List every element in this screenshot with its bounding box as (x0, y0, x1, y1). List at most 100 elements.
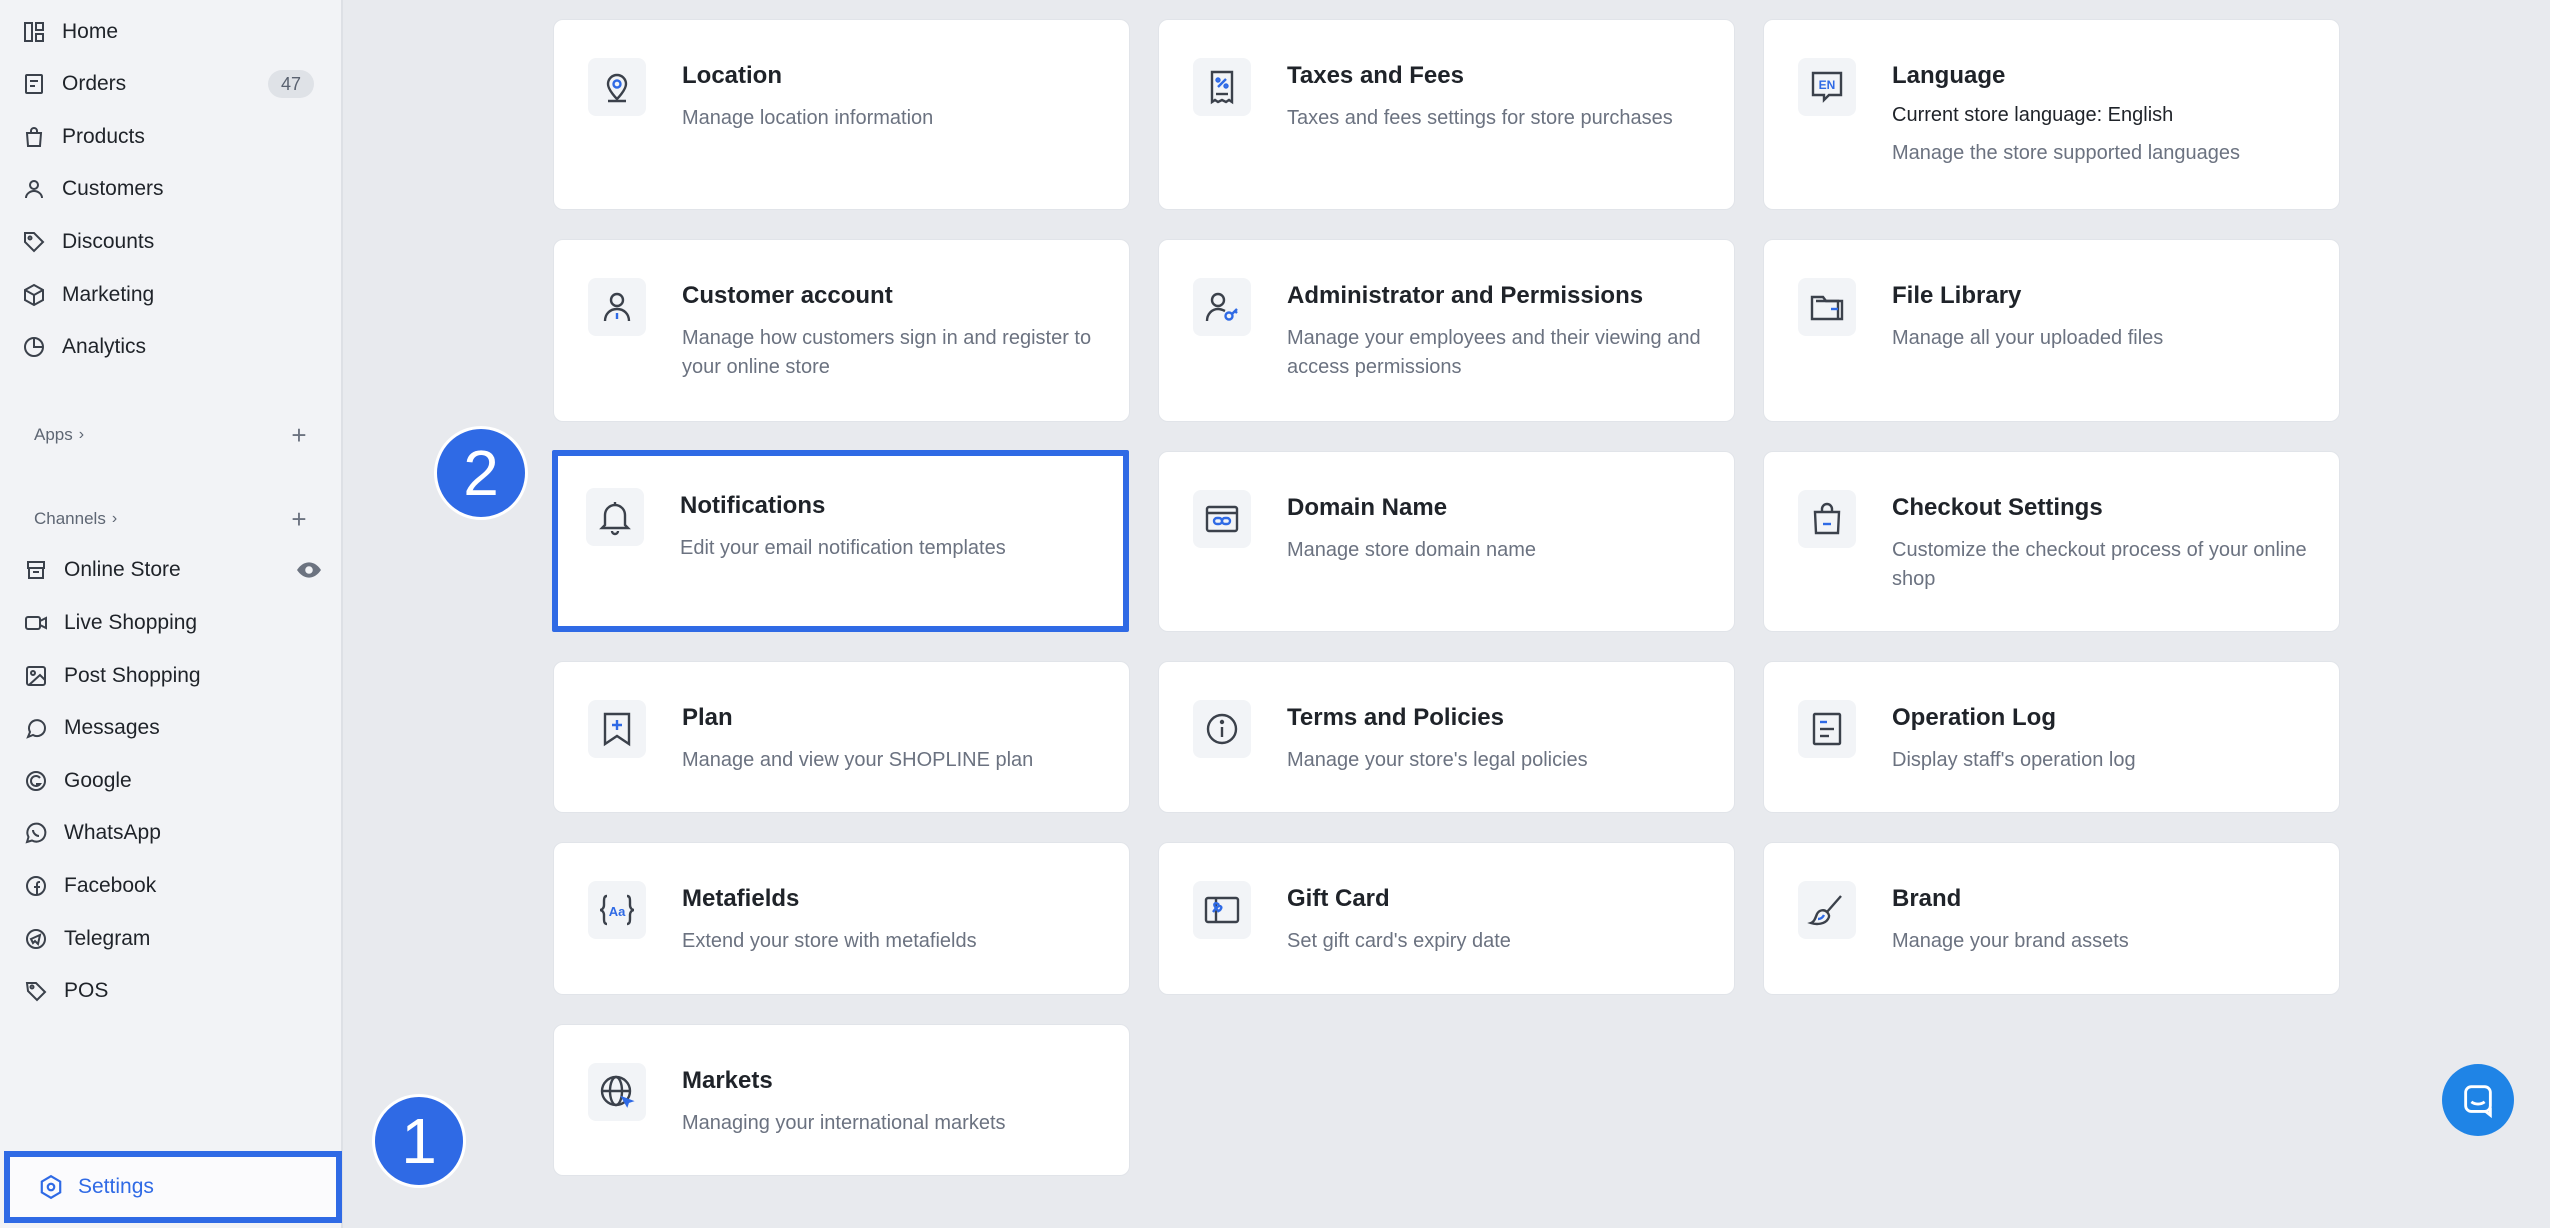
marketing-icon (20, 281, 48, 309)
post-shopping-icon (22, 662, 50, 690)
card-title: Taxes and Fees (1287, 62, 1464, 89)
channels-label: Channels (34, 509, 106, 528)
card-description: Manage your store's legal policies (1287, 749, 1588, 771)
analytics-icon (20, 333, 48, 361)
card-markets[interactable]: Markets Managing your international mark… (553, 1024, 1130, 1176)
sidebar-item-label: Products (62, 125, 145, 148)
card-title: Gift Card (1287, 885, 1390, 912)
eye-icon[interactable] (296, 557, 322, 583)
card-title: Customer account (682, 282, 893, 309)
bell-icon (586, 488, 644, 546)
sidebar-item-label: Customers (62, 177, 164, 200)
card-title: Notifications (680, 492, 826, 519)
orders-icon (20, 70, 48, 98)
domain-link-icon (1193, 490, 1251, 548)
customer-account-icon (588, 278, 646, 336)
card-title: Domain Name (1287, 494, 1448, 521)
sidebar-item-label: Google (64, 769, 132, 792)
card-description: Taxes and fees settings for store purcha… (1287, 107, 1673, 129)
sidebar-item-discounts[interactable]: Discounts (20, 219, 320, 265)
card-title: Operation Log (1892, 704, 2056, 731)
chevron-right-icon: › (111, 510, 118, 527)
orders-count-badge: 47 (268, 70, 314, 98)
chat-support-button[interactable] (2442, 1064, 2514, 1136)
sidebar-item-products[interactable]: Products (20, 114, 320, 160)
sidebar-item-live-shopping[interactable]: Live Shopping (22, 600, 322, 646)
receipt-icon (1193, 58, 1251, 116)
add-channel-button[interactable]: + (284, 504, 314, 534)
sidebar-item-customers[interactable]: Customers (20, 166, 320, 212)
add-app-button[interactable]: + (284, 420, 314, 450)
sidebar-item-label: Home (62, 20, 119, 43)
card-terms-and-policies[interactable]: Terms and Policies Manage your store's l… (1158, 661, 1735, 813)
card-taxes-and-fees[interactable]: Taxes and Fees Taxes and fees settings f… (1158, 19, 1735, 210)
messages-icon (22, 714, 50, 742)
whatsapp-icon (22, 819, 50, 847)
sidebar-item-facebook[interactable]: Facebook (22, 863, 322, 909)
sidebar-item-home[interactable]: Home (20, 9, 320, 55)
card-description: Managing your international markets (682, 1112, 1006, 1134)
sidebar-item-messages[interactable]: Messages (22, 705, 322, 751)
channels-section-header[interactable]: Channels › (34, 504, 117, 534)
card-administrator-and-permissions[interactable]: Administrator and Permissions Manage you… (1158, 239, 1735, 422)
metafields-icon: Aa (588, 881, 646, 939)
info-icon (1193, 700, 1251, 758)
log-document-icon (1798, 700, 1856, 758)
step-1-marker: 1 (372, 1094, 466, 1188)
sidebar-item-telegram[interactable]: Telegram (22, 916, 322, 962)
sidebar-item-pos[interactable]: POS (22, 968, 322, 1014)
sidebar-item-label: Discounts (62, 230, 155, 253)
sidebar-item-google[interactable]: Google (22, 758, 322, 804)
sidebar-item-marketing[interactable]: Marketing (20, 272, 320, 318)
card-title: Brand (1892, 885, 1962, 912)
card-description: Display staff's operation log (1892, 749, 2136, 771)
home-icon (20, 18, 48, 46)
card-operation-log[interactable]: Operation Log Display staff's operation … (1763, 661, 2340, 813)
card-language[interactable]: EN Language Current store language: Engl… (1763, 19, 2340, 210)
sidebar-item-orders[interactable]: Orders 47 (20, 61, 320, 107)
card-description: Manage how customers sign in and registe… (682, 327, 1092, 378)
step-2-marker: 2 (434, 426, 528, 520)
sidebar-item-settings[interactable]: Settings (4, 1151, 342, 1223)
card-notifications[interactable]: Notifications Edit your email notificati… (552, 450, 1129, 632)
apps-section-header[interactable]: Apps › (34, 420, 84, 450)
card-brand[interactable]: Brand Manage your brand assets (1763, 842, 2340, 995)
sidebar-item-label: Orders (62, 72, 127, 95)
card-title: Terms and Policies (1287, 704, 1504, 731)
sidebar-item-whatsapp[interactable]: WhatsApp (22, 810, 322, 856)
card-description: Manage your employees and their viewing … (1287, 327, 1701, 378)
settings-icon (38, 1174, 64, 1200)
sidebar-item-label: Online Store (64, 558, 181, 581)
card-checkout-settings[interactable]: Checkout Settings Customize the checkout… (1763, 451, 2340, 632)
card-domain-name[interactable]: Domain Name Manage store domain name (1158, 451, 1735, 632)
card-customer-account[interactable]: Customer account Manage how customers si… (553, 239, 1130, 422)
products-icon (20, 123, 48, 151)
card-title: File Library (1892, 282, 2022, 309)
brush-icon (1798, 881, 1856, 939)
card-description: Set gift card's expiry date (1287, 930, 1511, 952)
card-location[interactable]: Location Manage location information (553, 19, 1130, 210)
sidebar-item-label: Post Shopping (64, 664, 201, 687)
card-metafields[interactable]: Aa Metafields Extend your store with met… (553, 842, 1130, 995)
sidebar-item-post-shopping[interactable]: Post Shopping (22, 653, 322, 699)
pos-icon (22, 977, 50, 1005)
sidebar: Home Orders 47 Products Customers Discou… (0, 0, 343, 1228)
card-plan[interactable]: Plan Manage and view your SHOPLINE plan (553, 661, 1130, 813)
card-title: Plan (682, 704, 733, 731)
telegram-icon (22, 925, 50, 953)
card-title: Metafields (682, 885, 800, 912)
current-language-text: Current store language: English (1892, 104, 2174, 126)
sidebar-item-analytics[interactable]: Analytics (20, 324, 320, 370)
plan-bookmark-icon (588, 700, 646, 758)
card-description: Manage all your uploaded files (1892, 327, 2164, 349)
chat-icon (2464, 1085, 2492, 1119)
apps-label: Apps (34, 425, 73, 444)
folder-icon (1798, 278, 1856, 336)
sidebar-item-label: Telegram (64, 927, 151, 950)
card-gift-card[interactable]: Gift Card Set gift card's expiry date (1158, 842, 1735, 995)
discounts-icon (20, 228, 48, 256)
card-file-library[interactable]: File Library Manage all your uploaded fi… (1763, 239, 2340, 422)
sidebar-item-online-store[interactable]: Online Store (22, 547, 322, 593)
card-description: Manage the store supported languages (1892, 142, 2241, 164)
card-title: Location (682, 62, 782, 89)
